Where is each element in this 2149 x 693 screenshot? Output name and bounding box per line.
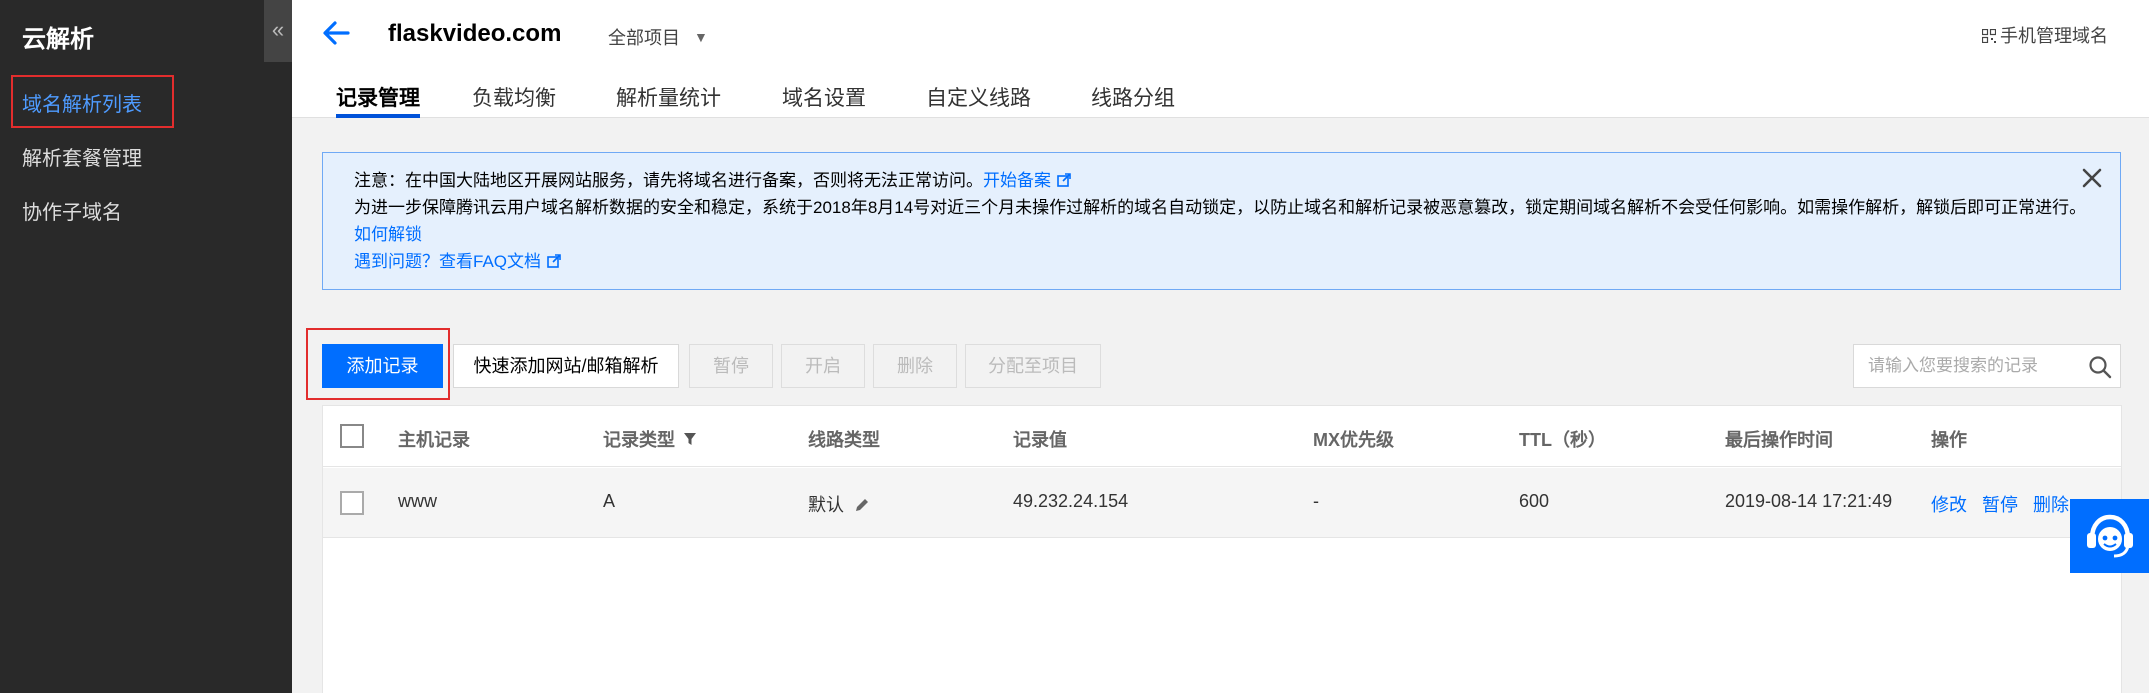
edit-record-link[interactable]: 修改 (1931, 495, 1967, 515)
back-arrow-icon (323, 21, 350, 45)
sidebar-brand: 云解析 (22, 26, 94, 53)
project-select-value: 全部项目 (608, 28, 680, 48)
cell-line: 默认 (808, 491, 870, 517)
tab-load-balancing[interactable]: 负载均衡 (472, 82, 556, 112)
table-header: 主机记录 记录类型 线路类型 记录值 MX优先级 TTL（秒） 最后操作时间 操… (323, 406, 2121, 467)
tab-query-stats[interactable]: 解析量统计 (616, 82, 721, 112)
select-all-checkbox[interactable] (340, 424, 364, 448)
support-button[interactable] (2070, 499, 2149, 573)
pencil-icon[interactable] (854, 497, 870, 513)
cell-ttl: 600 (1519, 491, 1550, 511)
tab-label: 记录管理 (336, 87, 420, 110)
how-to-unlock-link[interactable]: 如何解锁 (354, 225, 422, 244)
notice-text: 注意：在中国大陆地区开展网站服务，请先将域名进行备案，否则将无法正常访问。 (354, 171, 983, 190)
enable-button[interactable]: 开启 (781, 344, 865, 388)
notice-content: 注意：在中国大陆地区开展网站服务，请先将域名进行备案，否则将无法正常访问。开始备… (354, 167, 2094, 275)
app: 云解析 « 域名解析列表 解析套餐管理 协作子域名 flaskvideo.com… (0, 0, 2149, 693)
delete-button[interactable]: 删除 (873, 344, 957, 388)
notice-line-3: 遇到问题？查看FAQ文档 (354, 248, 2094, 275)
faq-link[interactable]: 遇到问题？查看FAQ文档 (354, 252, 541, 271)
sidebar-item-domain-list[interactable]: 域名解析列表 (22, 88, 142, 117)
external-link-icon[interactable] (1057, 173, 1071, 187)
domain-title: flaskvideo.com (388, 20, 562, 47)
sidebar: 云解析 « 域名解析列表 解析套餐管理 协作子域名 (0, 0, 292, 693)
project-select[interactable]: 全部项目 ▼ (608, 24, 708, 50)
notice-text: 为进一步保障腾讯云用户域名解析数据的安全和稳定，系统于2018年8月14号对近三… (354, 198, 2087, 217)
cell-value: 49.232.24.154 (1013, 491, 1129, 511)
search-icon[interactable] (2088, 355, 2112, 379)
cell-mx: - (1313, 491, 1319, 511)
header: flaskvideo.com 全部项目 ▼ 手机管理域名 记录管理 负载均衡 解析… (292, 0, 2149, 118)
header-mx: MX优先级 (1313, 430, 1394, 450)
tab-active-indicator (336, 114, 420, 118)
cell-type: A (603, 491, 616, 511)
header-ttl: TTL（秒） (1519, 430, 1606, 450)
filter-icon[interactable] (683, 432, 697, 446)
chevron-down-icon: ▼ (694, 29, 708, 45)
add-record-button[interactable]: 添加记录 (322, 344, 443, 388)
notice-line-2: 为进一步保障腾讯云用户域名解析数据的安全和稳定，系统于2018年8月14号对近三… (354, 194, 2094, 248)
qr-code-icon (1982, 29, 1996, 43)
pause-button[interactable]: 暂停 (689, 344, 773, 388)
header-type-label: 记录类型 (603, 430, 675, 450)
records-table: 主机记录 记录类型 线路类型 记录值 MX优先级 TTL（秒） 最后操作时间 操… (322, 405, 2122, 693)
cell-actions: 修改 暂停 删除 (1931, 491, 2069, 517)
search-input[interactable] (1854, 345, 2080, 387)
header-host: 主机记录 (398, 430, 470, 450)
row-checkbox[interactable] (340, 491, 364, 515)
cell-host: www (398, 491, 437, 511)
sidebar-item-collab-subdomain[interactable]: 协作子域名 (22, 196, 122, 225)
sidebar-item-package-management[interactable]: 解析套餐管理 (22, 142, 142, 171)
header-line: 线路类型 (808, 430, 880, 450)
tab-record-management[interactable]: 记录管理 (336, 82, 420, 118)
tab-custom-line[interactable]: 自定义线路 (926, 82, 1031, 112)
start-filing-link[interactable]: 开始备案 (983, 171, 1051, 190)
header-value: 记录值 (1013, 430, 1067, 450)
cell-updated: 2019-08-14 17:21:49 (1725, 491, 1893, 511)
back-button[interactable] (318, 15, 354, 51)
delete-record-link[interactable]: 删除 (2033, 495, 2069, 515)
header-updated: 最后操作时间 (1725, 430, 1833, 450)
tab-line-group[interactable]: 线路分组 (1091, 82, 1175, 112)
table-row: www A 默认 49.232.24.154 - 600 2019-08-14 … (323, 468, 2121, 538)
close-icon[interactable] (2081, 167, 2103, 189)
header-actions: 操作 (1931, 430, 1967, 450)
notice-line-1: 注意：在中国大陆地区开展网站服务，请先将域名进行备案，否则将无法正常访问。开始备… (354, 167, 2094, 194)
assign-project-button[interactable]: 分配至项目 (965, 344, 1101, 388)
tab-domain-settings[interactable]: 域名设置 (782, 82, 866, 112)
pause-record-link[interactable]: 暂停 (1982, 495, 2018, 515)
mobile-manage-link[interactable]: 手机管理域名 (1982, 22, 2108, 48)
mobile-manage-label: 手机管理域名 (2000, 26, 2108, 46)
cell-line-label: 默认 (808, 495, 844, 515)
external-link-icon[interactable] (547, 254, 561, 268)
notice-banner: 注意：在中国大陆地区开展网站服务，请先将域名进行备案，否则将无法正常访问。开始备… (322, 152, 2121, 290)
support-agent-icon (2087, 514, 2133, 558)
header-type: 记录类型 (603, 426, 697, 452)
search-box (1853, 344, 2121, 388)
sidebar-collapse-button[interactable]: « (264, 0, 292, 62)
quick-add-button[interactable]: 快速添加网站/邮箱解析 (453, 344, 679, 388)
